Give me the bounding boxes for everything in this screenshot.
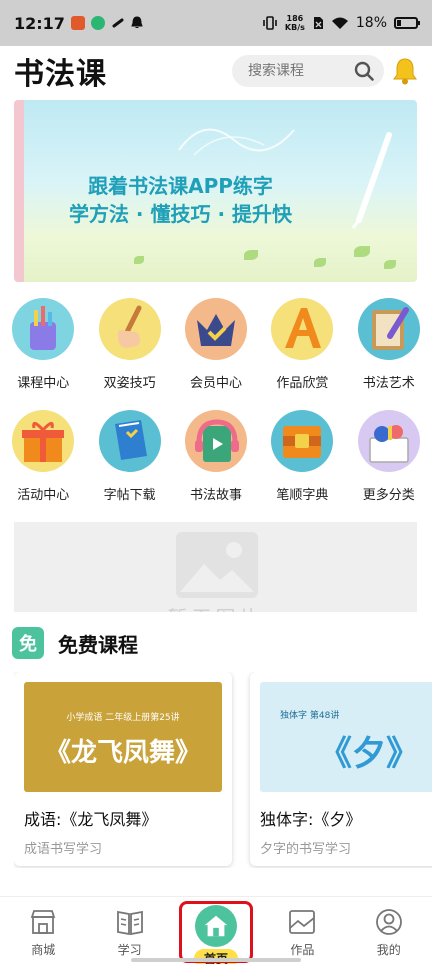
promo-banner[interactable]: 跟着书法课APP练字 学方法 · 懂技巧 · 提升快 — [14, 100, 417, 282]
bottom-nav: 商城 学习 首页 作品 我的 — [0, 896, 432, 964]
notification-app-icon — [90, 16, 105, 30]
vibrate-icon — [263, 16, 277, 30]
nav-home[interactable]: 首页 — [173, 897, 259, 964]
category-copybook-download[interactable]: 字帖下载 — [86, 404, 172, 506]
course-card[interactable]: 独体字 第48讲 《夕》 独体字:《夕》 夕字的书写学习 — [250, 672, 432, 866]
course-carousel[interactable]: 小学成语 二年级上册第25讲 《龙飞凤舞》 成语:《龙飞凤舞》 成语书写学习 独… — [14, 672, 432, 868]
image-placeholder-icon — [176, 532, 258, 598]
nav-study[interactable]: 学习 — [86, 897, 172, 964]
status-time: 12:17 — [14, 13, 65, 33]
ad-placeholder-text: 暂无图片 — [14, 602, 417, 612]
category-posture-tips[interactable]: 双姿技巧 — [86, 292, 172, 394]
audio-book-icon — [194, 419, 239, 462]
bell-small-icon — [131, 16, 143, 28]
category-calligraphy-stories[interactable]: 书法故事 — [173, 404, 259, 506]
more-box-icon — [369, 425, 409, 463]
hand-brush-icon — [117, 305, 142, 348]
gift-box-icon — [22, 422, 65, 462]
book-download-icon — [114, 420, 147, 460]
category-course-center[interactable]: 课程中心 — [0, 292, 86, 394]
notification-bell-icon[interactable] — [392, 57, 418, 85]
banner-decoration — [178, 128, 295, 156]
link-icon — [112, 18, 124, 28]
search-bar[interactable] — [232, 55, 384, 87]
crown-icon — [196, 314, 235, 346]
free-badge: 免 — [12, 627, 44, 659]
category-grid: 课程中心 双姿技巧 会员中心 作品欣赏 书法艺术 活动中心 字帖下载 书法故事 … — [0, 292, 432, 506]
course-thumbnail: 小学成语 二年级上册第25讲 《龙飞凤舞》 — [24, 682, 222, 792]
nav-profile[interactable]: 我的 — [346, 897, 432, 964]
header: 书法课 — [0, 46, 432, 96]
course-title: 独体字:《夕》 — [260, 810, 362, 829]
battery-percent: 18% — [355, 15, 387, 31]
course-subtitle: 成语书写学习 — [24, 842, 103, 857]
course-subtitle: 夕字的书写学习 — [260, 842, 352, 857]
section-title: 免费课程 — [58, 632, 138, 657]
nav-works[interactable]: 作品 — [259, 897, 345, 964]
category-calligraphy-art[interactable]: 书法艺术 — [346, 292, 432, 394]
category-stroke-dictionary[interactable]: 笔顺字典 — [259, 404, 345, 506]
category-more[interactable]: 更多分类 — [346, 404, 432, 506]
profile-icon — [375, 909, 402, 935]
home-highlight — [178, 901, 253, 963]
course-thumbnail: 独体字 第48讲 《夕》 — [260, 682, 432, 792]
dictionary-icon — [283, 426, 322, 458]
notification-app-icon — [70, 16, 85, 30]
gesture-bar — [131, 958, 301, 962]
nav-shop[interactable]: 商城 — [0, 897, 86, 964]
ad-placeholder[interactable]: 暂无图片 — [14, 522, 417, 612]
search-icon[interactable] — [354, 61, 374, 81]
network-speed: 186 KB/s — [284, 14, 305, 32]
banner-subline: 学方法 · 懂技巧 · 提升快 — [68, 202, 293, 226]
battery-icon — [394, 17, 420, 29]
gallery-icon — [289, 910, 316, 934]
pencil-cup-icon — [30, 306, 57, 350]
shop-icon — [30, 910, 56, 934]
course-title: 成语:《龙飞凤舞》 — [24, 810, 158, 829]
course-card[interactable]: 小学成语 二年级上册第25讲 《龙飞凤舞》 成语:《龙飞凤舞》 成语书写学习 — [14, 672, 232, 866]
wifi-icon — [331, 17, 348, 29]
category-member-center[interactable]: 会员中心 — [173, 292, 259, 394]
notebook-pen-icon — [371, 307, 409, 350]
free-courses-header: 免 免费课程 — [12, 626, 138, 660]
search-input[interactable] — [248, 63, 348, 79]
category-activity-center[interactable]: 活动中心 — [0, 404, 86, 506]
category-works-gallery[interactable]: 作品欣赏 — [259, 292, 345, 394]
app-title: 书法课 — [14, 57, 107, 92]
status-bar: 12:17 186 KB/s 18% — [0, 0, 432, 46]
book-icon — [116, 910, 143, 936]
no-sim-icon — [313, 17, 323, 29]
banner-headline: 跟着书法课APP练字 — [88, 174, 273, 198]
letter-a-icon — [285, 308, 322, 348]
